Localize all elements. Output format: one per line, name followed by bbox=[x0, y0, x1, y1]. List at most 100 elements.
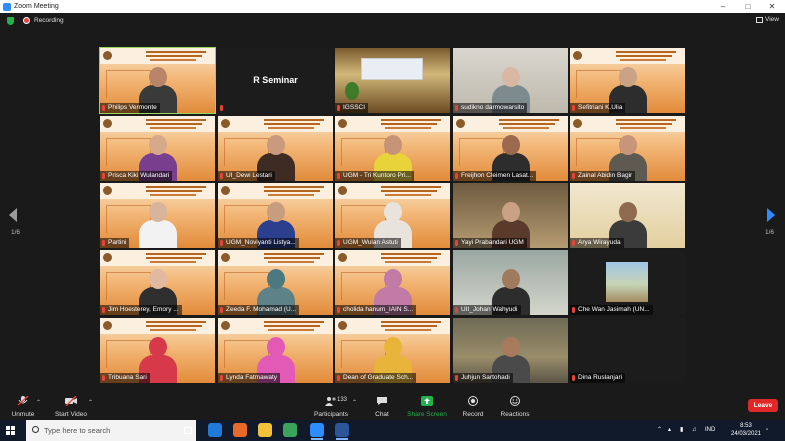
leave-button[interactable]: Leave bbox=[748, 399, 778, 412]
chat-icon bbox=[377, 397, 387, 405]
participant-tile[interactable]: Sefitriani K.Ulia bbox=[570, 48, 685, 113]
participant-tile[interactable]: UGM_Wulan Astuti bbox=[335, 183, 450, 248]
participant-name: UGM_Noviyanti Listya... bbox=[218, 238, 299, 248]
close-icon[interactable]: ✕ bbox=[761, 0, 783, 13]
participant-tile[interactable]: Lynda Fatmawaty bbox=[218, 318, 333, 383]
taskbar-clock[interactable]: 8:53 24/03/2021 bbox=[730, 422, 762, 438]
participant-name: Zainal Abidin Bagir bbox=[570, 171, 636, 181]
participant-tile[interactable]: Tribuana Sari bbox=[100, 318, 215, 383]
muted-mic-icon bbox=[337, 240, 340, 246]
participant-name-text: Zainal Abidin Bagir bbox=[578, 172, 633, 179]
participant-name: Partini bbox=[100, 238, 130, 248]
search-placeholder: Type here to search bbox=[44, 426, 111, 435]
participant-tile[interactable]: Arya Wirayuda bbox=[570, 183, 685, 248]
edge-icon[interactable] bbox=[208, 423, 222, 437]
participant-tile[interactable]: Che Wan Jasimah (UN... bbox=[570, 250, 685, 315]
muted-mic-icon bbox=[572, 307, 575, 313]
participant-tile[interactable]: Zeeda F. Mohamad (U... bbox=[218, 250, 333, 315]
unmute-label: Unmute bbox=[11, 411, 35, 418]
participant-name: Arya Wirayuda bbox=[570, 238, 624, 248]
previous-page-arrow-icon[interactable] bbox=[9, 208, 17, 222]
participant-tile[interactable]: Freijhon Cleimen Lasat... bbox=[453, 116, 568, 181]
muted-mic-icon bbox=[337, 173, 340, 179]
participant-name: Jim Hoesterey, Emory ... bbox=[100, 305, 182, 315]
participant-tile[interactable]: sudikno darmowarsito bbox=[453, 48, 568, 113]
participant-name: cholida hanum_IAIN S... bbox=[335, 305, 417, 315]
share-screen-button[interactable]: Share Screen bbox=[407, 390, 447, 420]
windows-taskbar: Type here to search ⌃ ▴ ▮ ♫ IND 8:53 24/… bbox=[0, 420, 785, 441]
file-explorer-icon[interactable] bbox=[258, 423, 272, 437]
participant-tile[interactable]: Prisca Kiki Wulandari bbox=[100, 116, 215, 181]
participants-chevron-icon[interactable]: ⌃ bbox=[352, 399, 357, 406]
participant-tile[interactable]: UII_Johan Wahyudi bbox=[453, 250, 568, 315]
view-button[interactable]: View bbox=[756, 16, 779, 23]
muted-mic-icon bbox=[455, 105, 458, 111]
participant-tile[interactable]: Jim Hoesterey, Emory ... bbox=[100, 250, 215, 315]
participant-tile[interactable]: cholida hanum_IAIN S... bbox=[335, 250, 450, 315]
battery-icon[interactable]: ▮ bbox=[680, 420, 683, 441]
search-icon bbox=[32, 426, 39, 433]
participant-name-text: Prisca Kiki Wulandari bbox=[108, 172, 170, 179]
unmute-button[interactable]: Unmute bbox=[8, 390, 38, 420]
minimize-icon[interactable]: – bbox=[712, 0, 734, 13]
participant-tile[interactable]: IGSSCI bbox=[335, 48, 450, 113]
participant-name-text: Dean of Graduate Sch... bbox=[343, 374, 414, 381]
firefox-icon[interactable] bbox=[233, 423, 247, 437]
participant-tile[interactable]: Dean of Graduate Sch... bbox=[335, 318, 450, 383]
participant-name-text: IGSSCI bbox=[343, 104, 366, 111]
participant-name-text: Jim Hoesterey, Emory ... bbox=[108, 306, 179, 313]
participant-tile[interactable]: UGM - Tri Kuntoro Pri... bbox=[335, 116, 450, 181]
video-options-chevron-icon[interactable]: ⌃ bbox=[88, 399, 93, 406]
record-button[interactable]: Record bbox=[460, 390, 486, 420]
participant-name-text: Arya Wirayuda bbox=[578, 239, 621, 246]
participant-tile[interactable]: Dina Ruslanjari bbox=[570, 318, 685, 383]
network-icon[interactable]: ▴ bbox=[668, 420, 671, 441]
participants-label: Participants bbox=[314, 411, 348, 418]
muted-mic-icon bbox=[455, 375, 458, 381]
participant-tile[interactable]: Philips Vermonte bbox=[99, 47, 216, 114]
participant-tile[interactable]: UGM_Noviyanti Listya... bbox=[218, 183, 333, 248]
participant-tile[interactable]: Juhjun Sartohadi bbox=[453, 318, 568, 383]
participant-tile[interactable]: Zainal Abidin Bagir bbox=[570, 116, 685, 181]
record-icon bbox=[468, 396, 478, 406]
muted-mic-icon bbox=[572, 375, 575, 381]
reactions-button[interactable]: Reactions bbox=[499, 390, 531, 420]
participant-tile[interactable]: UI_Dewi Lestari bbox=[218, 116, 333, 181]
participant-tile[interactable]: Partini bbox=[100, 183, 215, 248]
participant-tile[interactable]: R Seminar bbox=[218, 48, 333, 113]
grid-icon bbox=[756, 16, 764, 23]
participant-name-text: Che Wan Jasimah (UN... bbox=[578, 306, 650, 313]
word-icon[interactable] bbox=[335, 423, 349, 440]
participants-button[interactable]: Participants bbox=[310, 390, 352, 420]
clock-date: 24/03/2021 bbox=[730, 431, 762, 437]
chrome-icon[interactable] bbox=[283, 423, 297, 437]
zoom-taskbar-icon[interactable] bbox=[310, 423, 324, 440]
chat-button[interactable]: Chat bbox=[369, 390, 395, 420]
participant-name-text: Freijhon Cleimen Lasat... bbox=[461, 172, 534, 179]
video-off-icon bbox=[65, 395, 77, 407]
volume-icon[interactable]: ♫ bbox=[692, 420, 697, 441]
muted-mic-icon bbox=[102, 307, 105, 313]
muted-mic-icon bbox=[102, 105, 105, 111]
muted-mic-icon bbox=[17, 395, 29, 406]
task-view-icon[interactable] bbox=[184, 427, 192, 434]
maximize-icon[interactable]: □ bbox=[737, 0, 759, 13]
start-video-button[interactable]: Start Video bbox=[53, 390, 89, 420]
participant-name-text: Lynda Fatmawaty bbox=[226, 374, 278, 381]
audio-options-chevron-icon[interactable]: ⌃ bbox=[36, 399, 41, 406]
muted-mic-icon bbox=[572, 105, 575, 111]
participant-tile[interactable]: Yayi Prabandari UGM bbox=[453, 183, 568, 248]
muted-mic-icon bbox=[220, 240, 223, 246]
windows-start-icon[interactable] bbox=[6, 426, 15, 435]
language-indicator[interactable]: IND bbox=[705, 420, 715, 441]
reactions-label: Reactions bbox=[500, 411, 530, 418]
participant-name: Sefitriani K.Ulia bbox=[570, 103, 626, 113]
participant-name-text: Yayi Prabandari UGM bbox=[461, 239, 524, 246]
muted-mic-icon bbox=[102, 375, 105, 381]
notification-icon[interactable]: ▫ bbox=[766, 420, 768, 441]
tray-chevron-icon[interactable]: ⌃ bbox=[657, 420, 662, 441]
taskbar-search-box[interactable]: Type here to search bbox=[26, 420, 196, 441]
next-page-arrow-icon[interactable] bbox=[767, 208, 775, 222]
shield-icon[interactable] bbox=[7, 17, 14, 25]
record-label: Record bbox=[462, 411, 484, 418]
